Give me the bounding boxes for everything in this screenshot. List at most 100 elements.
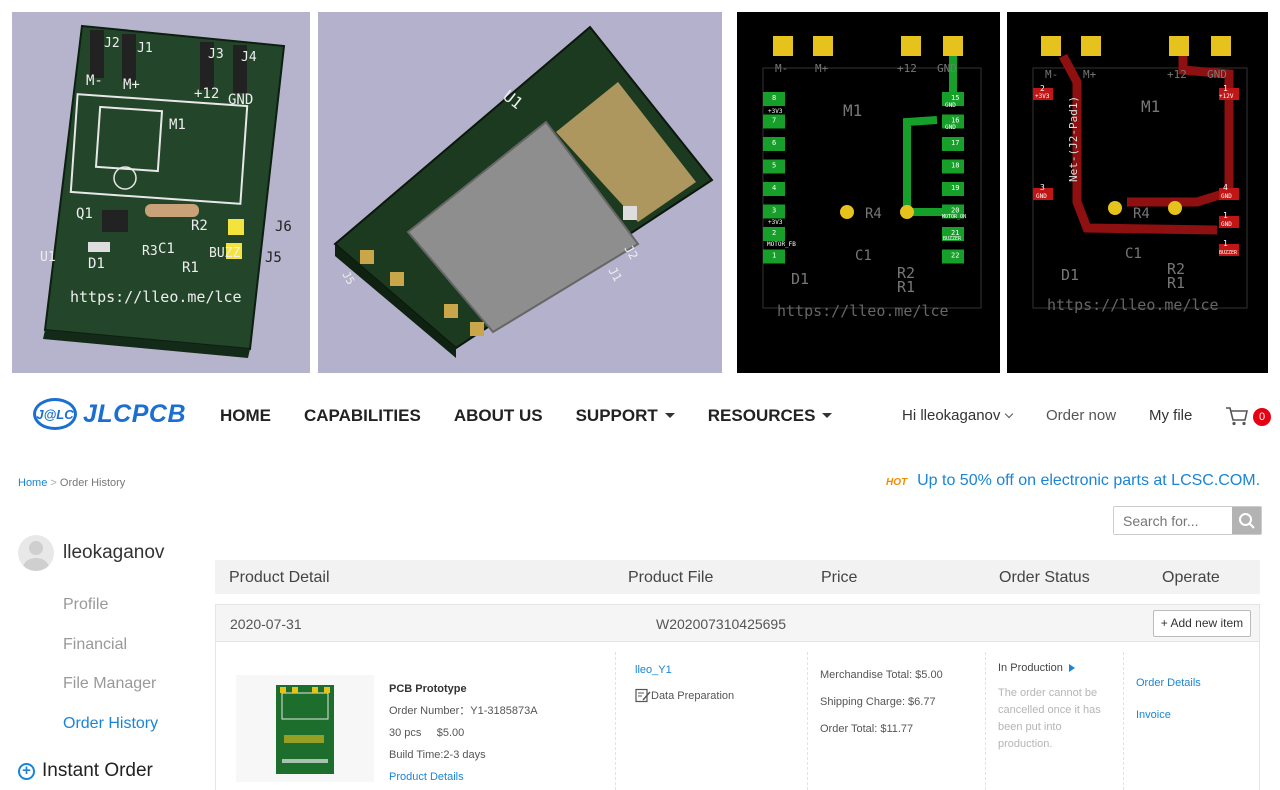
label-url: https://lleo.me/lce [777, 302, 949, 320]
pin-name-motor-on: MOTOR_ON [942, 214, 966, 220]
nav-resources[interactable]: RESOURCES [708, 406, 833, 426]
pin-name-3v3: +3V3 [1035, 93, 1050, 100]
file-name-link[interactable]: lleo_Y1 [635, 664, 734, 676]
via-1 [1108, 201, 1122, 215]
nav-capabilities[interactable]: CAPABILITIES [304, 406, 421, 426]
pcb-gallery: M- M+ +12 GND J2 J1 J3 J4 M1 Q1 R2 R3 C1… [0, 0, 1280, 380]
order-now-link[interactable]: Order now [1046, 407, 1116, 424]
play-triangle-icon [1068, 664, 1075, 672]
instant-order-label: Instant Order [42, 760, 153, 781]
label-j1: J1 [605, 265, 624, 285]
plus-circle-icon: + [18, 762, 35, 780]
pin-number: 22 [951, 252, 959, 260]
pin-name-motor-fb: MOTOR_FB [767, 241, 796, 248]
col-product-file: Product File [628, 569, 714, 586]
search-button[interactable] [1232, 507, 1261, 534]
order-table-header: Product Detail Product File Price Order … [215, 560, 1260, 594]
label-plus12: +12 [897, 62, 917, 75]
pin-name-gnd-c: GND [1221, 221, 1232, 228]
label-m-plus: M+ [123, 77, 140, 93]
label-r1: R1 [1167, 274, 1185, 292]
order-item-row: PCB Prototype Order Number：Y1-3185873A 3… [215, 642, 1260, 790]
instant-order-button[interactable]: + Instant Order [18, 760, 208, 782]
user-menu[interactable]: Hi lleokaganov [902, 407, 1014, 424]
nav-home[interactable]: HOME [220, 406, 271, 426]
my-file-link[interactable]: My file [1149, 407, 1192, 424]
module-3d-view: U1 J2 J1 J5 [318, 12, 722, 373]
nav-capabilities-label: CAPABILITIES [304, 406, 421, 425]
search-input[interactable] [1114, 507, 1232, 534]
product-title: PCB Prototype [389, 683, 467, 695]
col-product-detail: Product Detail [229, 569, 330, 586]
pcb-layout-front: 87654321 15 16 17 18 19 20 21 22 M- M+ +12 GND … [737, 12, 1000, 373]
pcb-3d-top-svg: M- M+ +12 GND J2 J1 J3 J4 M1 Q1 R2 R3 C1… [40, 24, 292, 358]
product-detail: PCB Prototype Order Number：Y1-3185873A 3… [389, 678, 538, 788]
order-details-link[interactable]: Order Details [1136, 667, 1201, 699]
label-url: https://lleo.me/lce [1047, 296, 1219, 314]
pin-name-12v: +12V [1219, 93, 1234, 100]
label-plus12: +12 [194, 86, 219, 102]
breadcrumb-home[interactable]: Home [18, 477, 47, 489]
profile-block: lleokaganov [18, 535, 208, 571]
pcb-thumbnail[interactable] [236, 675, 374, 782]
label-r1: R1 [182, 260, 199, 276]
label-buzz: BUZZ [209, 246, 240, 261]
file-status-row: Data Preparation [635, 688, 734, 703]
cart-icon[interactable] [1225, 406, 1249, 431]
label-r4: R4 [865, 206, 882, 222]
breadcrumb: Home > Order History [18, 477, 125, 489]
status-in-production[interactable]: In Production [998, 662, 1113, 674]
pin-name-buzzer: BUZZER [943, 236, 962, 242]
product-file: lleo_Y1 Data Preparation [635, 664, 734, 703]
label-m1: M1 [169, 117, 186, 133]
promo-banner[interactable]: HOT Up to 50% off on electronic parts at… [886, 472, 1260, 490]
sidebar-username: lleokaganov [63, 542, 165, 563]
divider [807, 652, 808, 790]
label-net: Net-(J2-Pad1) [1067, 96, 1080, 182]
product-details-link[interactable]: Product Details [389, 766, 538, 788]
main-menu: HOME CAPABILITIES ABOUT US SUPPORT RESOU… [220, 406, 865, 426]
nav-support[interactable]: SUPPORT [576, 406, 675, 426]
via-1 [840, 205, 854, 219]
pin-num-4: 4 [1223, 183, 1228, 192]
logo-text: JLCPCB [83, 399, 187, 428]
sidebar-item-financial[interactable]: Financial [63, 636, 208, 676]
resistor-body [145, 204, 199, 217]
pad-plus12 [901, 36, 921, 56]
sidebar-item-file-manager[interactable]: File Manager [63, 675, 208, 715]
order-number: Y1-3185873A [470, 705, 538, 717]
operate-actions: Order Details Invoice [1136, 667, 1201, 731]
pin-name-buzzer: BUZZER [1219, 250, 1238, 256]
edit-document-icon [635, 688, 651, 703]
pad-j6 [228, 219, 244, 235]
pin-num-3: 3 [1040, 183, 1045, 192]
invoice-link[interactable]: Invoice [1136, 699, 1201, 731]
pin-number: 19 [951, 184, 959, 192]
copper-trace-back [1059, 53, 1234, 235]
jlcpcb-logo[interactable]: J@LC JLCPCB [33, 398, 186, 430]
avatar [18, 535, 54, 571]
add-new-item-button[interactable]: + Add new item [1153, 610, 1251, 637]
label-m-minus: M- [775, 62, 788, 75]
promo-text[interactable]: Up to 50% off on electronic parts at LCS… [917, 472, 1260, 490]
nav-about-us[interactable]: ABOUT US [454, 406, 543, 426]
label-j1: J1 [137, 41, 153, 56]
module-3d-svg: U1 J2 J1 J5 [333, 25, 714, 358]
label-c1: C1 [158, 241, 175, 257]
col-order-status: Order Status [999, 569, 1090, 586]
pin-number: 2 [772, 229, 776, 237]
label-j2: J2 [104, 36, 120, 51]
price-breakdown: Merchandise Total: $5.00 Shipping Charge… [820, 662, 943, 743]
label-j5: J5 [265, 250, 282, 266]
sidebar-links: Profile Financial File Manager Order His… [63, 596, 208, 754]
pad-m-minus [1041, 36, 1061, 56]
label-m1: M1 [843, 101, 862, 120]
nav-support-label: SUPPORT [575, 406, 658, 425]
build-time: Build Time:2-3 days [389, 749, 486, 761]
sidebar-item-order-history[interactable]: Order History [63, 715, 208, 755]
shipping-charge: Shipping Charge: $6.77 [820, 696, 936, 708]
pin-header-j2 [90, 30, 104, 78]
label-c1: C1 [855, 248, 872, 264]
sidebar-item-profile[interactable]: Profile [63, 596, 208, 636]
label-plus12: +12 [1167, 68, 1187, 81]
